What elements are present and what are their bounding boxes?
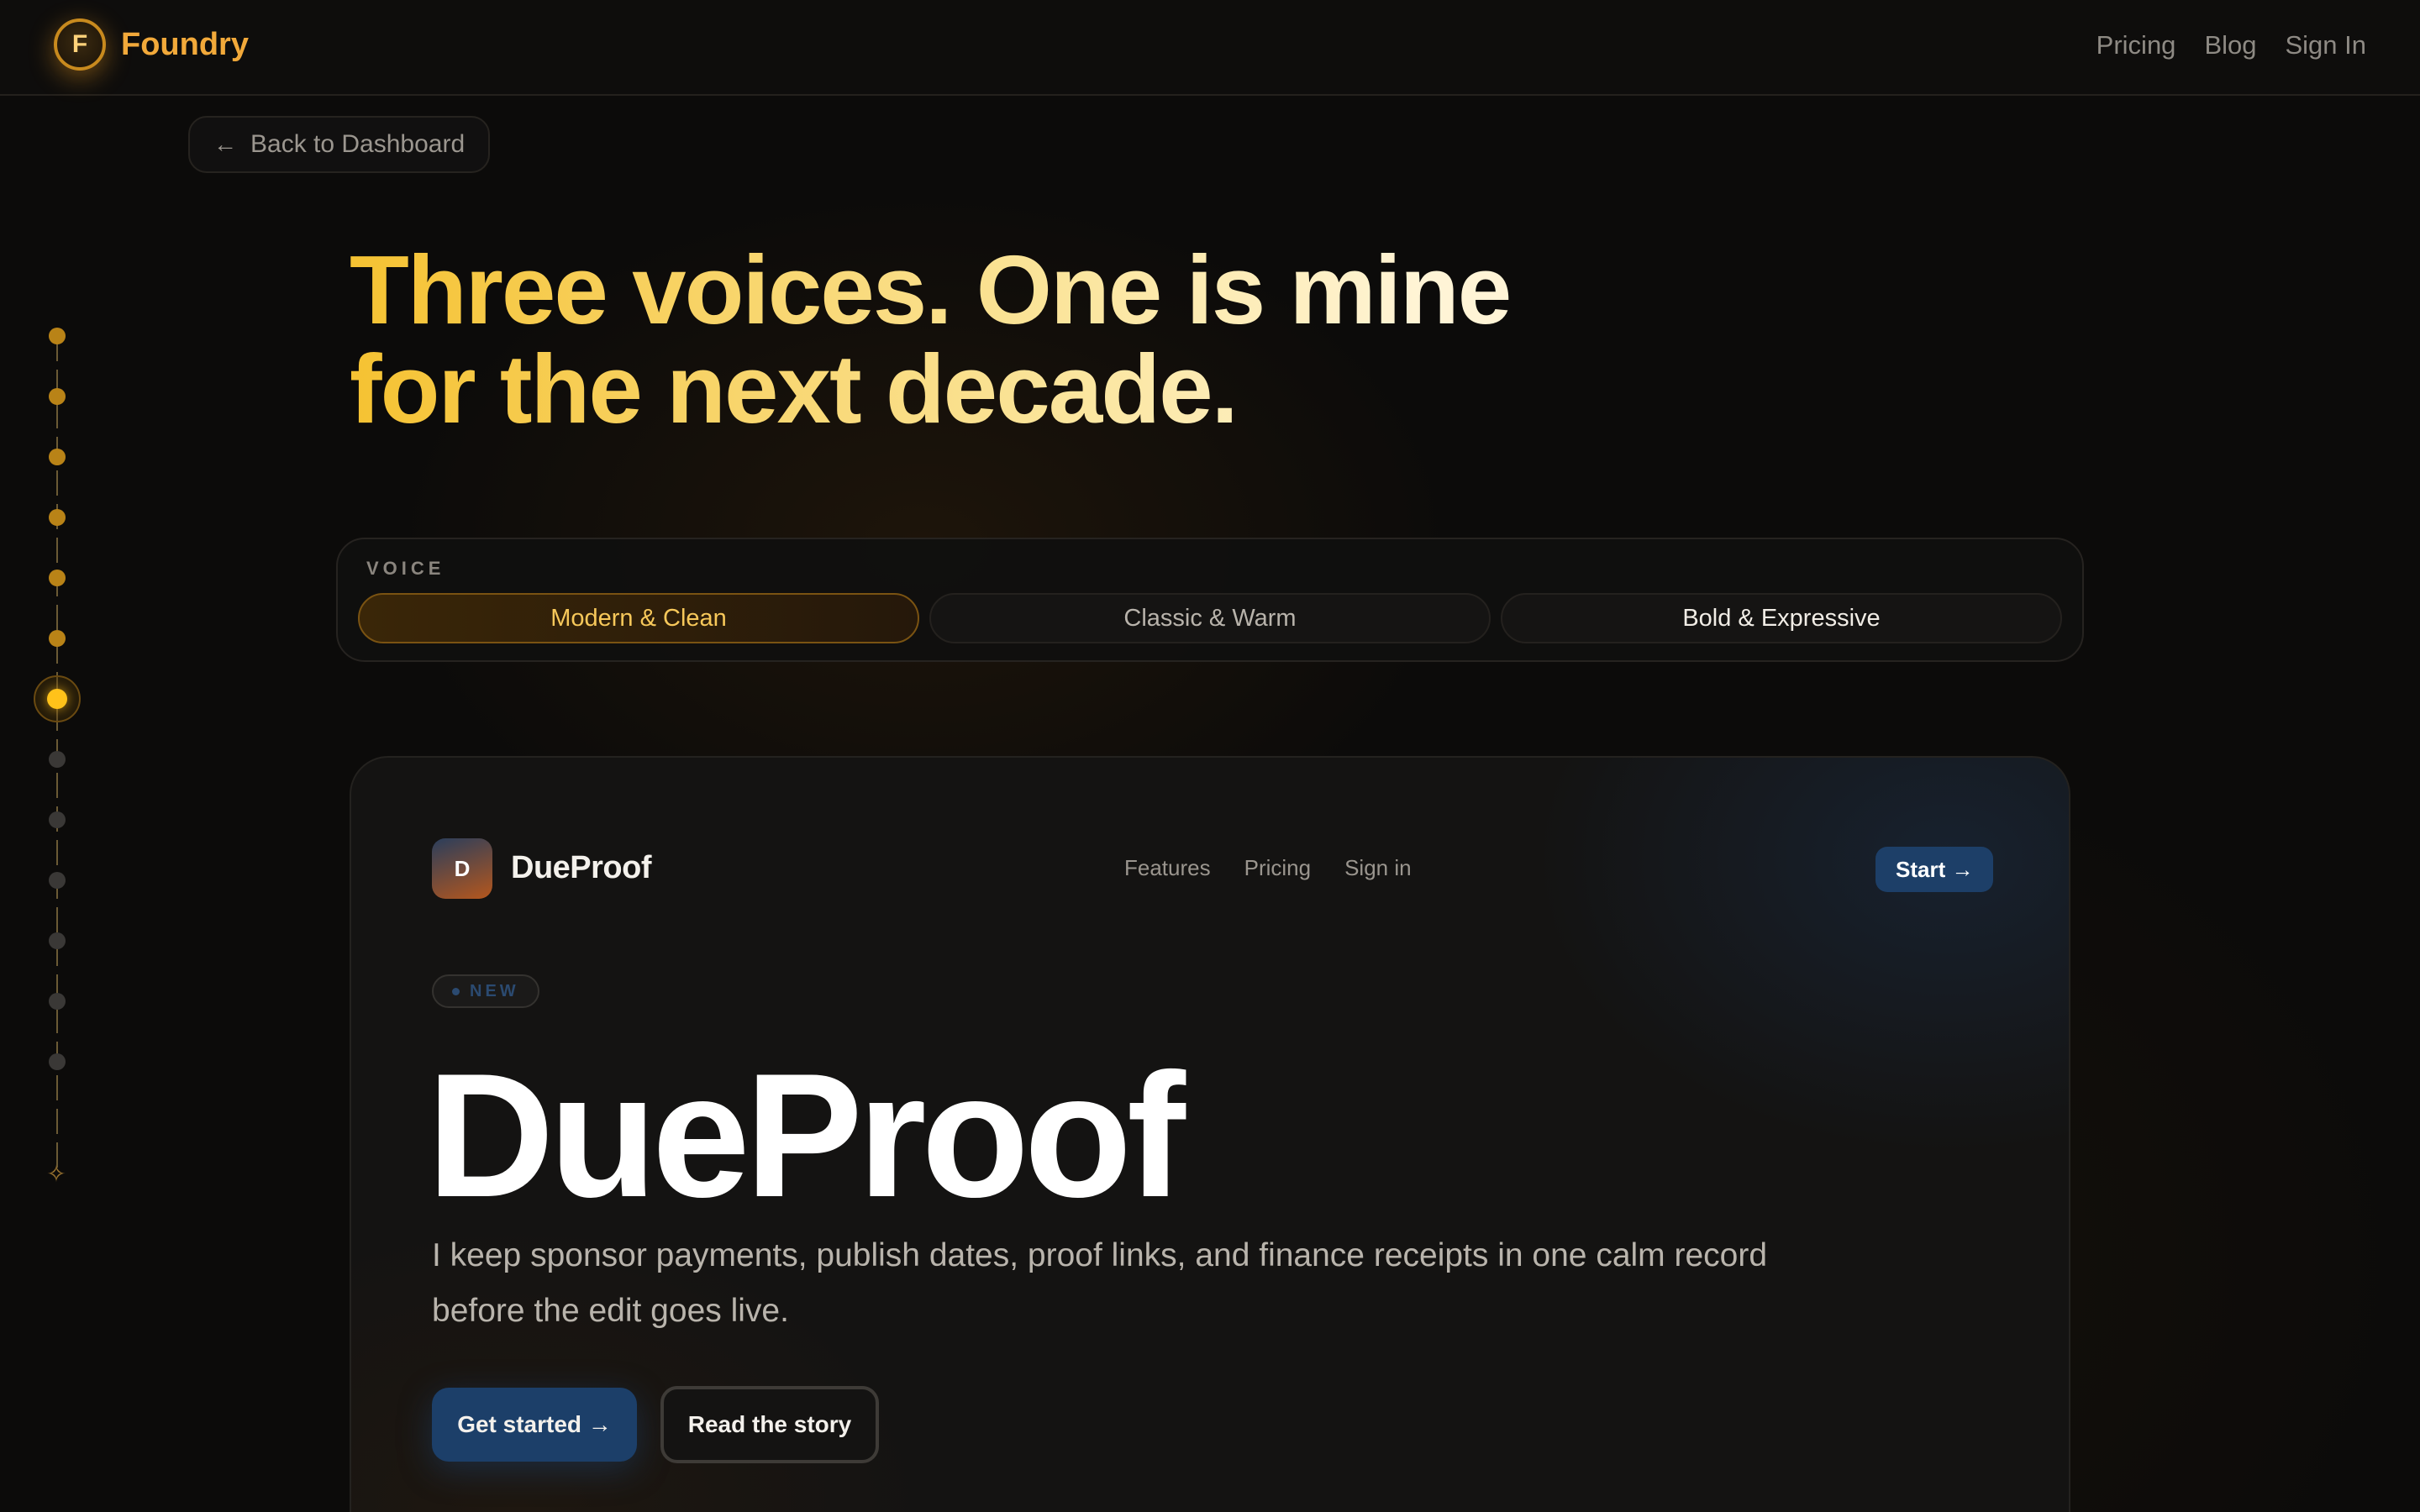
timeline-step-2[interactable]: [49, 388, 66, 405]
site-preview-card: D DueProof Features Pricing Sign in Star…: [350, 756, 2070, 1512]
arrow-left-icon: ←: [213, 131, 237, 157]
timeline-step-11[interactable]: [49, 932, 66, 949]
timeline-step-9[interactable]: [49, 811, 66, 828]
headline-line-2: for the next decade.: [350, 334, 1237, 444]
page: F Foundry Pricing Blog Sign In ← Back to…: [0, 0, 2420, 1512]
nav-links: Pricing Blog Sign In: [2096, 30, 2366, 60]
timeline-step-6[interactable]: [49, 630, 66, 647]
timeline-step-13[interactable]: [49, 1053, 66, 1070]
voice-option-bold-expressive[interactable]: Bold & Expressive: [1501, 593, 2062, 643]
preview-read-story-button[interactable]: Read the story: [660, 1386, 879, 1463]
timeline-step-7-active[interactable]: [34, 675, 81, 722]
voice-label: VOICE: [366, 558, 445, 579]
preview-nav-sign-in[interactable]: Sign in: [1344, 855, 1412, 881]
preview-description: I keep sponsor payments, publish dates, …: [432, 1237, 1768, 1329]
back-button-label: Back to Dashboard: [250, 130, 466, 158]
page-headline: Three voices. One is mine for the next d…: [350, 240, 1694, 438]
brand-name[interactable]: Foundry: [121, 27, 249, 63]
preview-nav: Features Pricing Sign in: [1124, 855, 1412, 881]
voice-option-modern-clean[interactable]: Modern & Clean: [358, 593, 919, 643]
preview-get-started-button[interactable]: Get started →: [432, 1388, 637, 1462]
voice-selector: VOICE Modern & Clean Classic & Warm Bold…: [336, 538, 2084, 662]
nav-link-sign-in[interactable]: Sign In: [2285, 30, 2366, 60]
voice-option-classic-warm[interactable]: Classic & Warm: [929, 593, 1491, 643]
nav-link-blog[interactable]: Blog: [2204, 30, 2256, 60]
preview-logo: D: [432, 838, 492, 899]
sparkle-icon[interactable]: ✧: [44, 1162, 69, 1187]
headline-line-1: Three voices. One is mine: [350, 235, 1511, 344]
timeline-step-5[interactable]: [49, 570, 66, 586]
top-nav: F Foundry Pricing Blog Sign In: [0, 0, 2420, 96]
preview-brand-name: DueProof: [511, 850, 652, 885]
badge-dot-icon: [452, 987, 460, 995]
timeline-step-1[interactable]: [49, 328, 66, 344]
timeline-step-8[interactable]: [49, 751, 66, 768]
timeline-step-4[interactable]: [49, 509, 66, 526]
preview-title: DueProof: [427, 1037, 1186, 1234]
timeline-step-12[interactable]: [49, 993, 66, 1010]
timeline-step-3[interactable]: [49, 449, 66, 465]
badge-label: NEW: [470, 981, 519, 1000]
preview-start-button[interactable]: Start →: [1876, 847, 1994, 892]
back-to-dashboard-button[interactable]: ← Back to Dashboard: [188, 116, 491, 173]
preview-new-badge: NEW: [432, 974, 539, 1008]
preview-nav-pricing[interactable]: Pricing: [1244, 855, 1311, 881]
preview-nav-features[interactable]: Features: [1124, 855, 1211, 881]
timeline-step-10[interactable]: [49, 872, 66, 889]
brand-logo[interactable]: F: [54, 18, 106, 71]
nav-link-pricing[interactable]: Pricing: [2096, 30, 2176, 60]
